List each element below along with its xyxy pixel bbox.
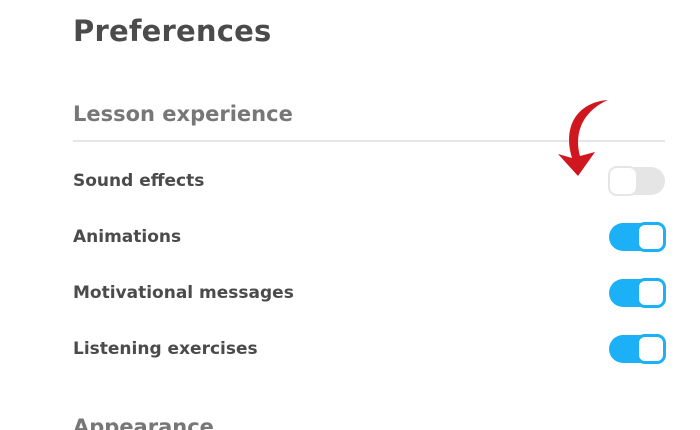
arrow-body bbox=[558, 100, 608, 176]
setting-row-animations: Animations bbox=[73, 220, 666, 254]
animations-toggle[interactable] bbox=[609, 222, 666, 252]
preferences-page: Preferences Lesson experience Sound effe… bbox=[0, 0, 700, 430]
section-heading-lesson-experience: Lesson experience bbox=[73, 102, 293, 126]
page-title: Preferences bbox=[73, 14, 272, 48]
setting-label-listening-exercises: Listening exercises bbox=[73, 339, 258, 359]
section-heading-appearance: Appearance bbox=[73, 415, 214, 430]
toggle-knob bbox=[636, 334, 666, 364]
setting-row-motivational-messages: Motivational messages bbox=[73, 276, 666, 310]
toggle-knob bbox=[636, 222, 666, 252]
listening-exercises-toggle[interactable] bbox=[609, 334, 666, 364]
setting-label-animations: Animations bbox=[73, 227, 182, 247]
setting-label-motivational-messages: Motivational messages bbox=[73, 283, 294, 303]
toggle-knob bbox=[636, 278, 666, 308]
motivational-messages-toggle[interactable] bbox=[609, 278, 666, 308]
curved-arrow-icon bbox=[558, 100, 608, 176]
setting-label-sound-effects: Sound effects bbox=[73, 171, 205, 191]
setting-row-listening-exercises: Listening exercises bbox=[73, 332, 666, 366]
